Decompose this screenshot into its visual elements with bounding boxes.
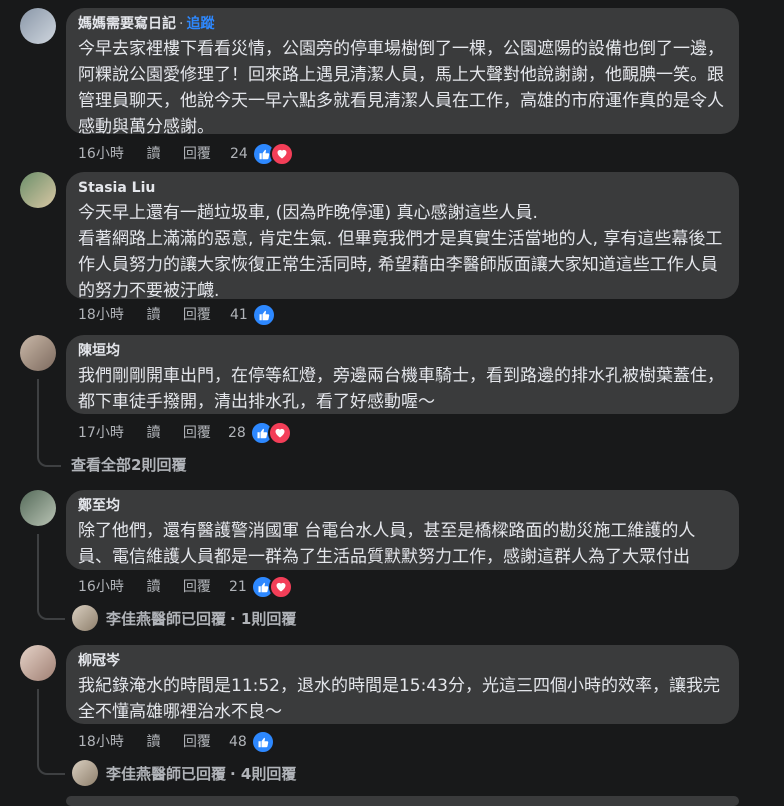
replied-indicator[interactable]: 李佳燕醫師已回覆 · 1則回覆 xyxy=(72,605,296,631)
comment-time[interactable]: 18小時 xyxy=(78,303,142,327)
reaction-summary[interactable]: 24 xyxy=(230,142,294,166)
thread-line xyxy=(37,534,65,620)
avatar[interactable] xyxy=(20,172,56,208)
thread-line xyxy=(37,689,65,775)
love-icon xyxy=(269,142,294,166)
comment-text: 看著網路上滿滿的惡意, 肯定生氣. 但畢竟我們才是真實生活當地的人, 享有這些幕… xyxy=(78,229,723,301)
reply-button[interactable]: 回覆 xyxy=(183,575,211,599)
comment-text: 今早去家裡樓下看看災情，公園旁的停車場樹倒了一棵，公園遮陽的設備也倒了一邊，阿粿… xyxy=(78,39,724,137)
comment-bubble: 柳冠岑 我紀錄淹水的時間是11:52，退水的時間是15:43分，光這三四個小時的… xyxy=(66,645,739,724)
reaction-count: 24 xyxy=(230,146,248,162)
comment-actions: 18小時 讀 回覆 xyxy=(78,730,229,754)
replier-avatar xyxy=(72,760,98,786)
avatar[interactable] xyxy=(20,490,56,526)
replied-indicator[interactable]: 李佳燕醫師已回覆 · 4則回覆 xyxy=(72,760,296,786)
reply-count: · 1則回覆 xyxy=(230,609,297,628)
comment-bubble: Stasia Liu 今天早上還有一趟垃圾車, (因為昨晚停運) 真心感謝這些人… xyxy=(66,172,739,301)
comment-bubble: 陳垣均 我們剛剛開車出門，在停等紅燈，旁邊兩台機車騎士，看到路邊的排水孔被樹葉蓋… xyxy=(66,335,739,414)
avatar[interactable] xyxy=(20,645,56,681)
reply-button[interactable]: 回覆 xyxy=(183,730,211,754)
comment-text: 我們剛剛開車出門，在停等紅燈，旁邊兩台機車騎士，看到路邊的排水孔被樹葉蓋住，都下… xyxy=(78,366,724,412)
comment-actions: 17小時 讀 回覆 xyxy=(78,421,229,445)
read-button[interactable]: 讀 xyxy=(146,575,160,599)
view-replies-label: 查看全部2則回覆 xyxy=(71,456,187,474)
replier-label: 李佳燕醫師已回覆 xyxy=(106,764,227,783)
love-icon xyxy=(267,421,292,445)
reply-count: · 4則回覆 xyxy=(230,764,297,783)
reaction-count: 48 xyxy=(229,734,247,750)
next-comment-bubble xyxy=(66,796,739,806)
replier-avatar xyxy=(72,605,98,631)
comment-time[interactable]: 16小時 xyxy=(78,142,142,166)
comment-time[interactable]: 17小時 xyxy=(78,421,142,445)
comment-bubble: 鄭至均 除了他們，還有醫護警消國軍 台電台水人員，甚至是橋樑路面的勘災施工維護的… xyxy=(66,490,739,570)
comment-author[interactable]: 鄭至均 xyxy=(78,498,120,514)
comment-bubble: 媽媽需要寫日記 · 追蹤 今早去家裡樓下看看災情，公園旁的停車場樹倒了一棵，公園遮陽… xyxy=(66,8,739,137)
reply-button[interactable]: 回覆 xyxy=(183,303,211,327)
separator-dot: · xyxy=(179,16,184,32)
avatar[interactable] xyxy=(20,8,56,44)
like-icon xyxy=(251,303,276,327)
read-button[interactable]: 讀 xyxy=(146,142,160,166)
like-icon xyxy=(250,730,275,754)
thread-line xyxy=(37,379,61,467)
comment-author[interactable]: 柳冠岑 xyxy=(78,653,120,669)
reply-button[interactable]: 回覆 xyxy=(183,142,211,166)
comment-author[interactable]: Stasia Liu xyxy=(78,180,155,196)
comment-text: 我紀錄淹水的時間是11:52，退水的時間是15:43分，光這三四個小時的效率，讓… xyxy=(78,676,720,722)
reaction-count: 28 xyxy=(228,425,246,441)
comment-actions: 16小時 讀 回覆 xyxy=(78,142,229,166)
read-button[interactable]: 讀 xyxy=(146,730,160,754)
avatar[interactable] xyxy=(20,335,56,371)
comment-time[interactable]: 16小時 xyxy=(78,575,142,599)
reaction-summary[interactable]: 41 xyxy=(230,303,276,327)
follow-link[interactable]: 追蹤 xyxy=(186,16,214,32)
comment-time[interactable]: 18小時 xyxy=(78,730,142,754)
reaction-summary[interactable]: 48 xyxy=(229,730,275,754)
view-replies-link[interactable]: 查看全部2則回覆 xyxy=(71,454,186,475)
comment-author[interactable]: 陳垣均 xyxy=(78,343,120,359)
comment-actions: 16小時 讀 回覆 xyxy=(78,575,229,599)
reaction-count: 41 xyxy=(230,307,248,323)
reaction-summary[interactable]: 28 xyxy=(228,421,292,445)
read-button[interactable]: 讀 xyxy=(146,421,160,445)
read-button[interactable]: 讀 xyxy=(146,303,160,327)
reply-button[interactable]: 回覆 xyxy=(183,421,211,445)
reaction-count: 21 xyxy=(229,579,247,595)
comment-text: 今天早上還有一趟垃圾車, (因為昨晚停運) 真心感謝這些人員. xyxy=(78,203,538,223)
reaction-summary[interactable]: 21 xyxy=(229,575,293,599)
comment-author[interactable]: 媽媽需要寫日記 xyxy=(78,16,176,32)
love-icon xyxy=(268,575,293,599)
comment-text: 除了他們，還有醫護警消國軍 台電台水人員，甚至是橋樑路面的勘災施工維護的人員、電… xyxy=(78,521,696,567)
replier-label: 李佳燕醫師已回覆 xyxy=(106,609,227,628)
comment-actions: 18小時 讀 回覆 xyxy=(78,303,229,327)
